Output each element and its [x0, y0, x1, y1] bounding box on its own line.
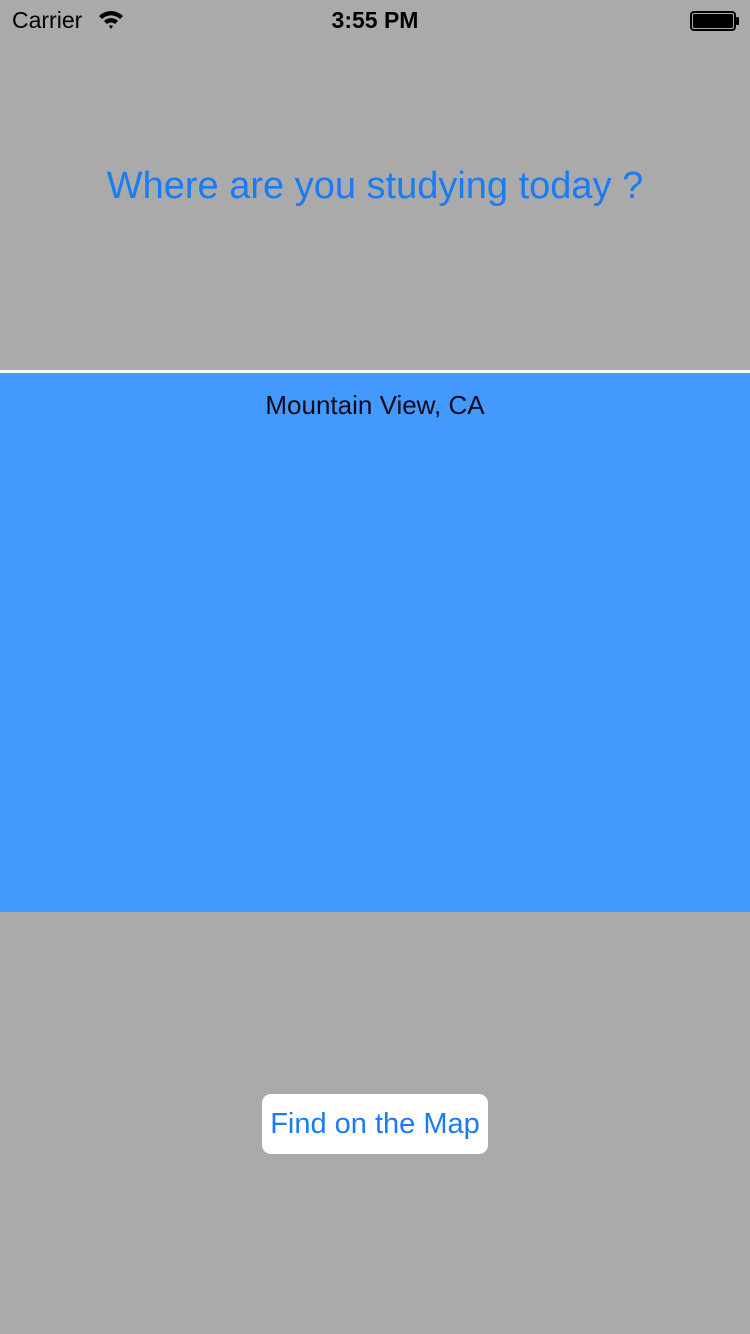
status-time: 3:55 PM — [331, 7, 419, 33]
location-input[interactable] — [0, 389, 750, 421]
prompt-area: Where are you studying today ? — [0, 40, 750, 370]
page-title: Where are you studying today ? — [106, 165, 644, 207]
location-panel[interactable] — [0, 373, 750, 912]
status-bar: Carrier 3:55 PM — [0, 0, 750, 40]
find-on-map-button[interactable]: Find on the Map — [262, 1094, 488, 1154]
battery-icon — [690, 11, 740, 31]
